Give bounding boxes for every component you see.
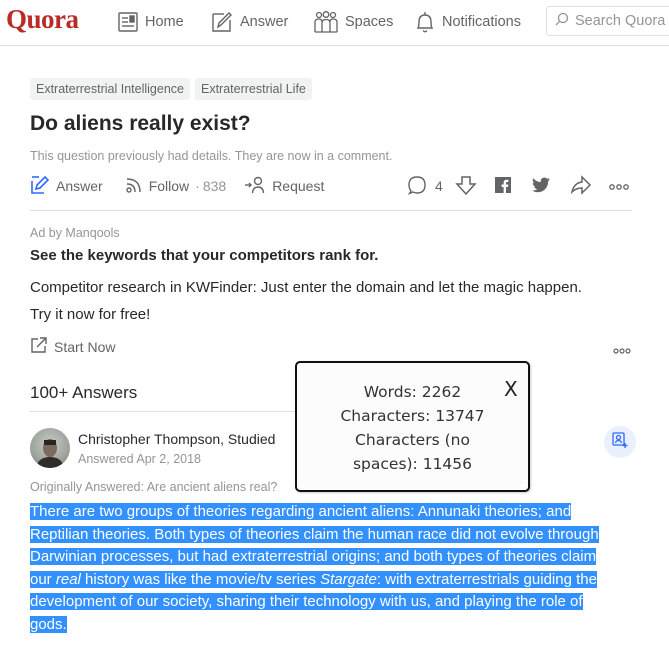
follow-count-separator: · [195,178,200,194]
question-secondary-actions: 4 [407,174,629,198]
follow-button-label: Follow [148,178,190,194]
top-navigation-bar: Quora Home Answer Spaces Notifications [0,0,669,46]
ad-sponsor-label[interactable]: Ad by Manqools [30,226,120,240]
follow-count: 838 [202,178,227,194]
more-options-button[interactable] [608,178,629,194]
ad-body[interactable]: Competitor research in KWFinder: Just en… [30,275,640,327]
pencil-square-icon [210,10,234,34]
ad-body-line: Try it now for free! [30,306,151,323]
popup-close-button[interactable]: X [504,377,518,401]
request-button-label: Request [272,178,325,194]
ad-body-line: Competitor research in KWFinder: Just en… [30,279,582,296]
nav-home[interactable]: Home [117,8,184,36]
character-count: Characters: 13747 [340,407,485,425]
question-note: This question previously had details. Th… [30,149,393,163]
answer-emphasis: real [55,570,81,588]
more-dots-icon [608,178,629,194]
comment-count: 4 [435,178,443,194]
answer-emphasis: Stargate [320,570,377,588]
external-link-icon [30,336,48,357]
nav-answer-label: Answer [240,14,289,30]
request-button[interactable]: Request [244,176,324,197]
search-box[interactable] [546,6,669,36]
answer-button[interactable]: Answer [30,175,103,198]
search-input[interactable] [575,13,669,29]
answer-body-selected[interactable]: There are two groups of theories regardi… [30,501,620,636]
share-twitter-button[interactable] [531,177,550,196]
character-count-no-spaces-value: spaces): 11456 [352,455,473,473]
quora-logo[interactable]: Quora [6,4,79,35]
answer-button-label: Answer [56,178,103,194]
nav-notifications-label: Notifications [442,14,521,30]
author-name[interactable]: Christopher Thompson, Studied [78,431,275,447]
word-count: Words: 2262 [363,383,462,401]
ad-cta-label: Start Now [54,338,116,355]
nav-spaces-label: Spaces [345,14,394,30]
home-feed-icon [117,11,139,33]
comment-bubble-icon [407,175,427,198]
nav-notifications[interactable]: Notifications [414,8,521,36]
twitter-bird-icon [531,177,550,196]
question-title[interactable]: Do aliens really exist? [30,112,251,136]
add-person-icon [611,431,629,454]
share-facebook-button[interactable] [494,176,511,196]
rss-follow-icon [125,176,143,197]
facebook-icon [494,176,511,196]
topic-tag[interactable]: Extraterrestrial Life [194,78,312,100]
answer-text: history was like the movie/tv series [80,570,321,588]
share-button[interactable] [570,174,592,198]
topic-tags: Extraterrestrial Intelligence Extraterre… [30,78,312,100]
bell-icon [414,10,436,34]
author-avatar[interactable] [30,428,70,468]
ad-start-now-link[interactable]: Start Now [30,336,115,357]
answer-date[interactable]: Answered Apr 2, 2018 [78,452,201,466]
more-dots-icon [613,342,631,359]
section-divider [30,210,632,211]
share-arrow-icon [570,174,592,198]
nav-answer[interactable]: Answer [210,8,288,36]
answers-divider [30,411,300,412]
downvote-arrow-icon [455,174,477,199]
comments-button[interactable]: 4 [407,175,443,198]
search-icon [555,12,569,30]
answer-text-selection: There are two groups of theories regardi… [30,503,599,633]
downvote-button[interactable] [455,174,477,199]
nav-home-label: Home [145,14,184,30]
word-count-popup: X Words: 2262 Characters: 13747 Characte… [295,361,530,492]
follow-button[interactable]: Follow · 838 [125,176,227,197]
topic-tag[interactable]: Extraterrestrial Intelligence [30,78,190,100]
question-action-bar: Answer Follow · 838 Request 4 [30,174,630,198]
follow-author-button[interactable] [604,426,636,458]
request-person-icon [244,176,266,197]
group-people-icon [313,10,339,34]
originally-answered-question[interactable]: Originally Answered: Are ancient aliens … [30,480,277,494]
ad-title[interactable]: See the keywords that your competitors r… [30,247,378,264]
character-count-no-spaces: Characters (no [355,431,470,449]
nav-spaces[interactable]: Spaces [313,8,393,36]
ad-more-options[interactable] [613,342,631,360]
answers-heading: 100+ Answers [30,383,138,402]
answer-pencil-icon [30,175,50,198]
